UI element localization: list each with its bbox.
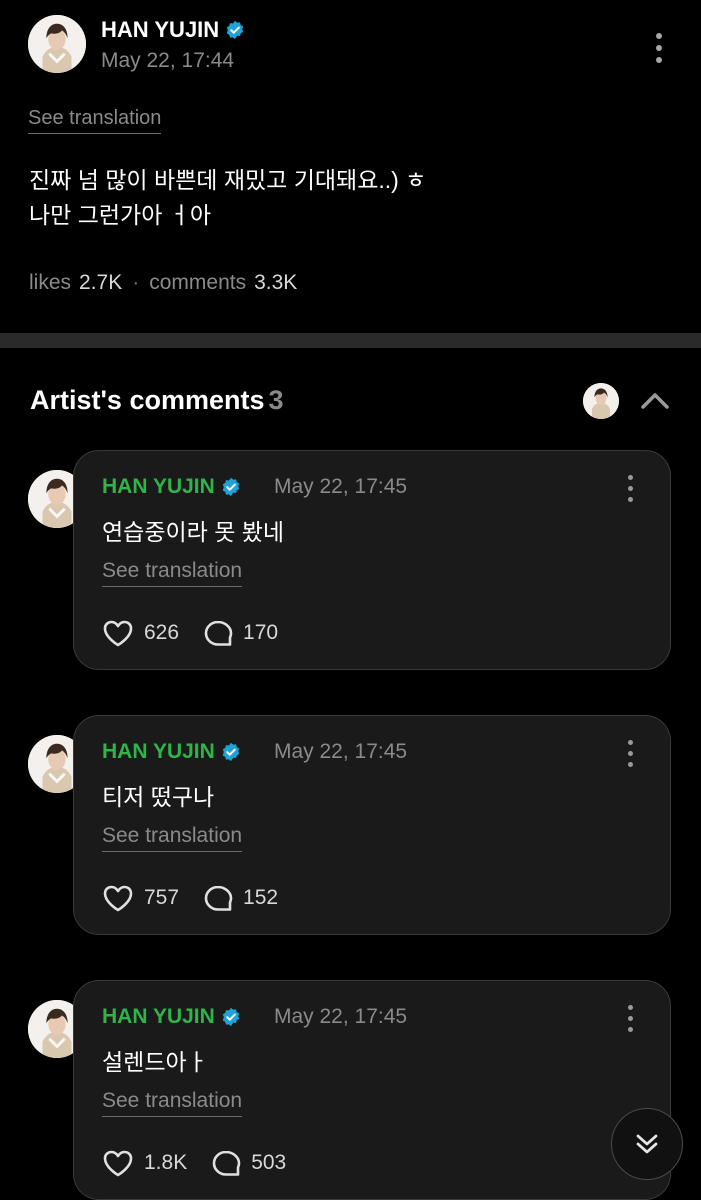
comment-see-translation-link[interactable]: See translation — [102, 559, 243, 587]
comment-card[interactable]: HAN YUJIN May 22, 17:45 티저 떴구나 See trans… — [73, 715, 671, 935]
comment-author-text: HAN YUJIN — [102, 1005, 215, 1028]
comments-label[interactable]: comments — [149, 271, 246, 295]
post-date: May 22, 17:44 — [101, 49, 235, 72]
artist-comments-count: 3 — [268, 385, 284, 415]
artist-comments-title: Artist's comments 3 — [30, 385, 284, 415]
like-count: 1.8K — [144, 1151, 188, 1174]
heart-icon — [103, 1150, 133, 1177]
likes-count: 2.7K — [79, 271, 123, 294]
comment-see-translation-link[interactable]: See translation — [102, 824, 243, 852]
artist-comments-header: Artist's comments 3 — [30, 383, 671, 421]
chevron-up-icon[interactable] — [639, 389, 671, 413]
reply-button[interactable]: 503 — [211, 1149, 286, 1177]
reply-count: 503 — [251, 1151, 287, 1174]
comment-card[interactable]: HAN YUJIN May 22, 17:45 설렌드아ㅏ See transl… — [73, 980, 671, 1200]
like-count: 757 — [144, 886, 180, 909]
stats-separator: · — [132, 271, 140, 294]
comment-author-name[interactable]: HAN YUJIN — [102, 740, 241, 764]
comment-date: May 22, 17:45 — [274, 475, 408, 498]
post-stats: likes 2.7K · comments 3.3K — [29, 271, 297, 295]
like-button[interactable]: 626 — [102, 619, 179, 647]
comment-stats: 757 152 — [102, 884, 302, 912]
post-author-name[interactable]: HAN YUJIN — [101, 17, 245, 43]
post-body-text: 진짜 넘 많이 바쁜데 재밌고 기대돼요..) ㅎ 나만 그런가아 ㅓ아 — [29, 167, 427, 228]
double-chevron-down-icon — [636, 1134, 658, 1154]
heart-icon — [103, 620, 133, 647]
comments-count[interactable]: 3.3K — [254, 271, 297, 295]
comment-date: May 22, 17:45 — [274, 740, 408, 763]
comment-text: 티저 떴구나 — [102, 784, 215, 810]
author-name-text: HAN YUJIN — [101, 17, 220, 42]
artist-comments-title-text: Artist's comments — [30, 385, 265, 415]
comment-author-name[interactable]: HAN YUJIN — [102, 475, 241, 499]
comment-author-text: HAN YUJIN — [102, 740, 215, 763]
more-options-icon[interactable] — [649, 33, 669, 63]
reply-bubble-icon — [212, 1150, 241, 1176]
post-see-translation-link[interactable]: See translation — [28, 107, 162, 134]
artist-comment: HAN YUJIN May 22, 17:45 설렌드아ㅏ See transl… — [28, 980, 672, 1200]
comment-date: May 22, 17:45 — [274, 1005, 408, 1028]
verified-badge-icon — [222, 1007, 240, 1027]
reply-button[interactable]: 152 — [203, 884, 278, 912]
reply-bubble-icon — [204, 885, 233, 911]
verified-badge-icon — [222, 742, 240, 762]
artist-comment: HAN YUJIN May 22, 17:45 연습중이라 못 봤네 See t… — [28, 450, 672, 672]
reply-bubble-icon — [204, 620, 233, 646]
like-count: 626 — [144, 621, 180, 644]
comment-author-name[interactable]: HAN YUJIN — [102, 1005, 241, 1029]
comment-stats: 626 170 — [102, 619, 302, 647]
post-header: HAN YUJIN May 22, 17:44 — [28, 15, 681, 75]
like-button[interactable]: 1.8K — [102, 1149, 187, 1177]
reply-count: 152 — [243, 886, 279, 909]
comment-text: 연습중이라 못 봤네 — [102, 519, 285, 545]
comment-see-translation-link[interactable]: See translation — [102, 1089, 243, 1117]
more-options-icon[interactable] — [624, 475, 636, 502]
section-divider — [0, 333, 701, 348]
likes-label: likes — [29, 271, 72, 294]
more-options-icon[interactable] — [624, 1005, 636, 1032]
like-button[interactable]: 757 — [102, 884, 179, 912]
reply-button[interactable]: 170 — [203, 619, 278, 647]
comment-card[interactable]: HAN YUJIN May 22, 17:45 연습중이라 못 봤네 See t… — [73, 450, 671, 670]
reply-count: 170 — [243, 621, 279, 644]
scroll-to-bottom-button[interactable] — [611, 1108, 683, 1180]
verified-badge-icon — [226, 20, 244, 40]
more-options-icon[interactable] — [624, 740, 636, 767]
comment-author-text: HAN YUJIN — [102, 475, 215, 498]
heart-icon — [103, 885, 133, 912]
verified-badge-icon — [222, 477, 240, 497]
author-avatar[interactable] — [28, 15, 86, 73]
post-detail-page: HAN YUJIN May 22, 17:44 See translation … — [0, 0, 701, 1200]
comment-text: 설렌드아ㅏ — [102, 1049, 208, 1075]
artist-comment: HAN YUJIN May 22, 17:45 티저 떴구나 See trans… — [28, 715, 672, 937]
artist-avatar-small — [583, 383, 619, 419]
comment-stats: 1.8K 503 — [102, 1149, 310, 1177]
